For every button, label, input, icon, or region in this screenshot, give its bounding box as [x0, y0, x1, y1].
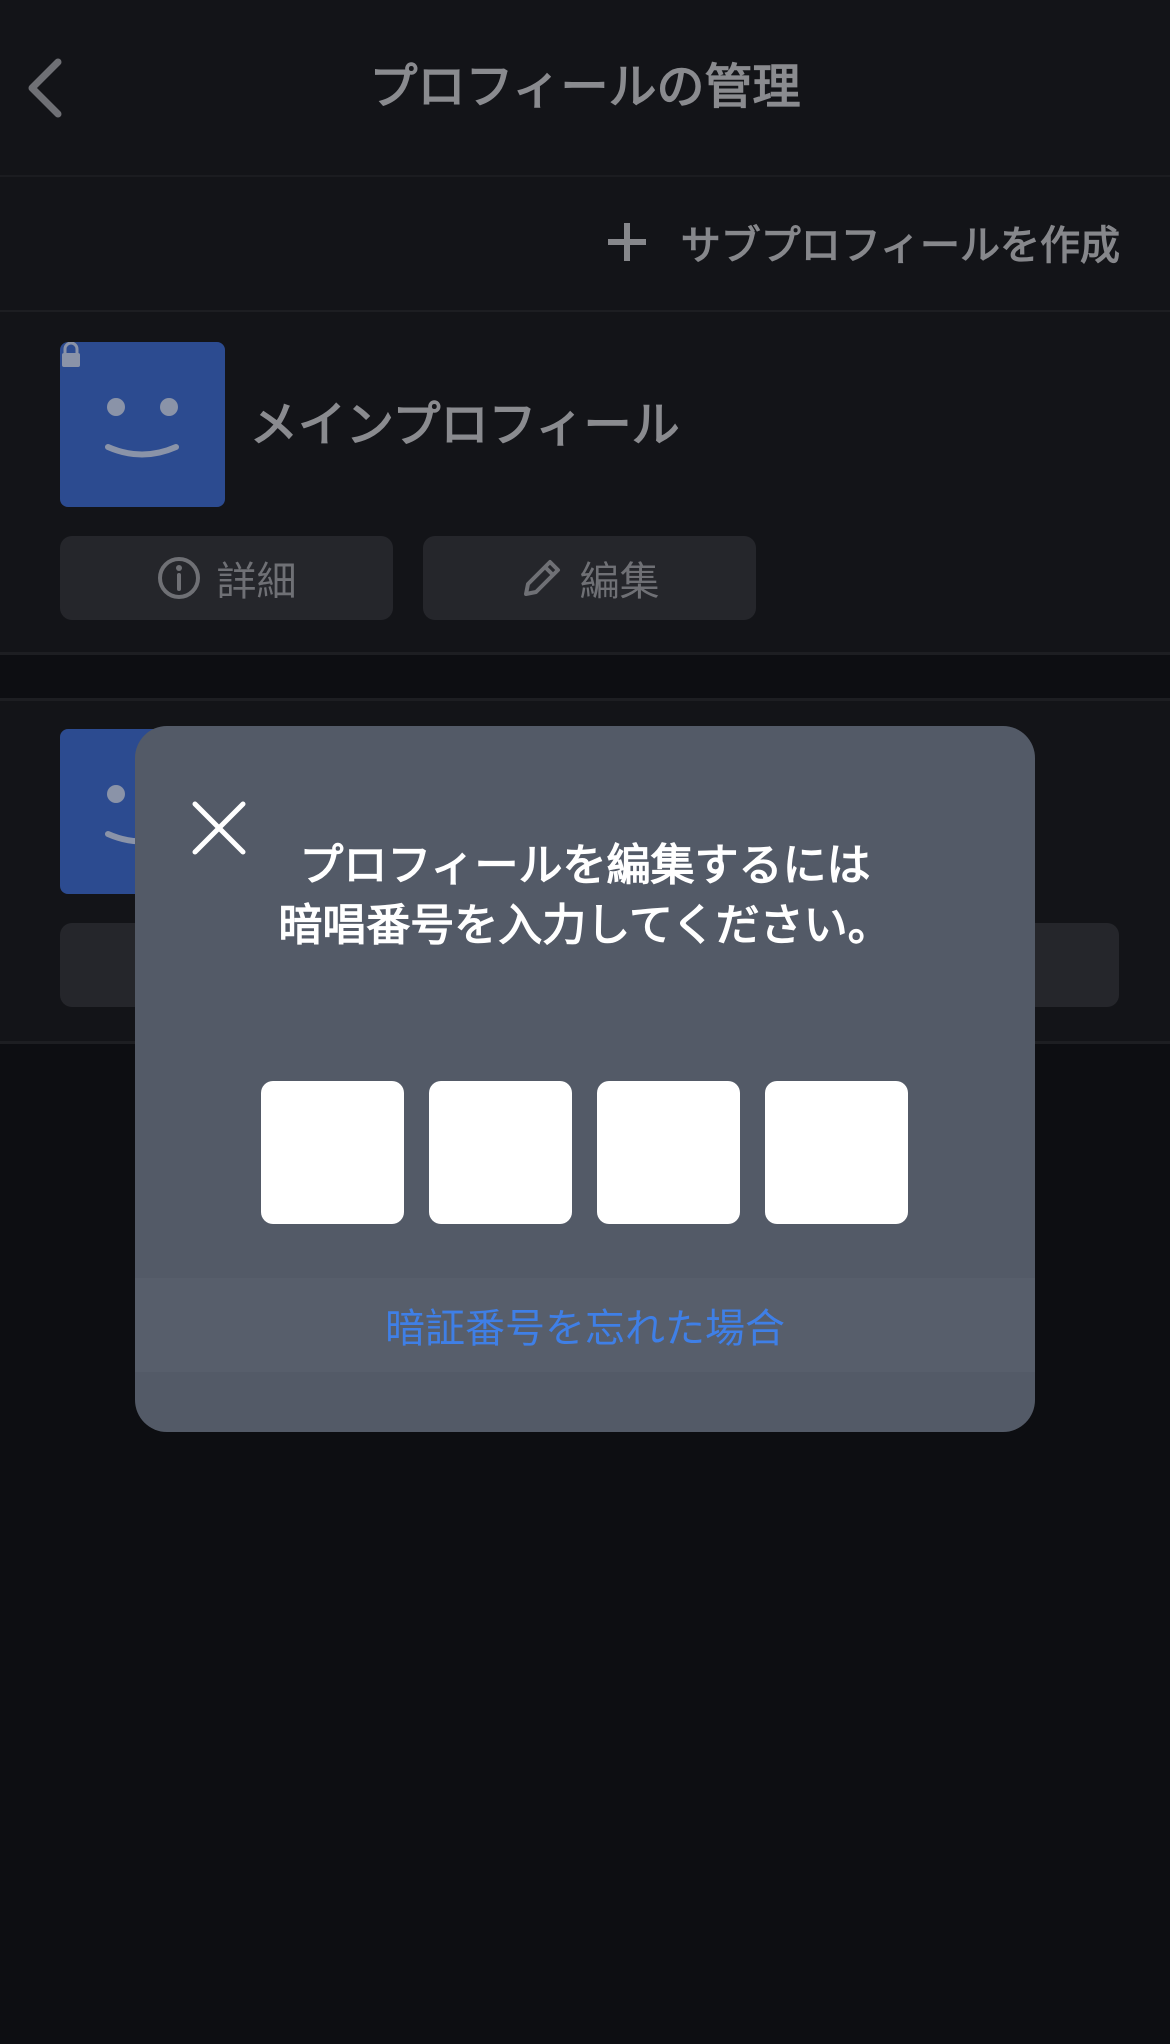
pin-dialog: プロフィールを編集するには 暗唱番号を入力してください。 暗証番号を忘れた場合	[135, 726, 1035, 1432]
edit-button[interactable]: 編集	[423, 536, 756, 620]
smiley-face-icon	[105, 398, 179, 458]
profile-card-main: メインプロフィール 詳細 編集	[0, 312, 1170, 655]
edit-label: 編集	[579, 559, 660, 605]
page-title: プロフィールの管理	[369, 59, 801, 115]
lock-icon	[62, 342, 80, 367]
details-label: 詳細	[216, 559, 297, 605]
pin-digit-1[interactable]	[261, 1081, 404, 1224]
pin-digit-4[interactable]	[765, 1081, 908, 1224]
profile-name: メインプロフィール	[250, 397, 680, 453]
profile-management-screen: プロフィールの管理 サブプロフィールを作成 メインプロフィール 詳細 編集 プロ…	[0, 0, 1170, 2044]
info-icon	[157, 557, 200, 599]
plus-icon	[607, 223, 646, 261]
forgot-pin-area: 暗証番号を忘れた場合	[135, 1278, 1035, 1372]
create-subprofile-label: サブプロフィールを作成	[680, 223, 1120, 269]
pin-prompt-message: プロフィールを編集するには 暗唱番号を入力してください。	[135, 836, 1035, 956]
create-subprofile-bar: サブプロフィールを作成	[0, 177, 1170, 313]
avatar[interactable]	[60, 342, 225, 507]
details-button[interactable]: 詳細	[60, 536, 393, 620]
nav-header: プロフィールの管理	[0, 0, 1170, 177]
forgot-pin-link[interactable]: 暗証番号を忘れた場合	[385, 1296, 785, 1354]
create-subprofile-button[interactable]: サブプロフィールを作成	[605, 207, 1120, 277]
pin-prompt-line1: プロフィールを編集するには	[299, 840, 871, 891]
pin-digit-2[interactable]	[429, 1081, 572, 1224]
pin-input-row	[261, 1081, 908, 1224]
pencil-icon	[523, 560, 560, 596]
pin-prompt-line2: 暗唱番号を入力してください。	[278, 900, 892, 951]
pin-digit-3[interactable]	[597, 1081, 740, 1224]
